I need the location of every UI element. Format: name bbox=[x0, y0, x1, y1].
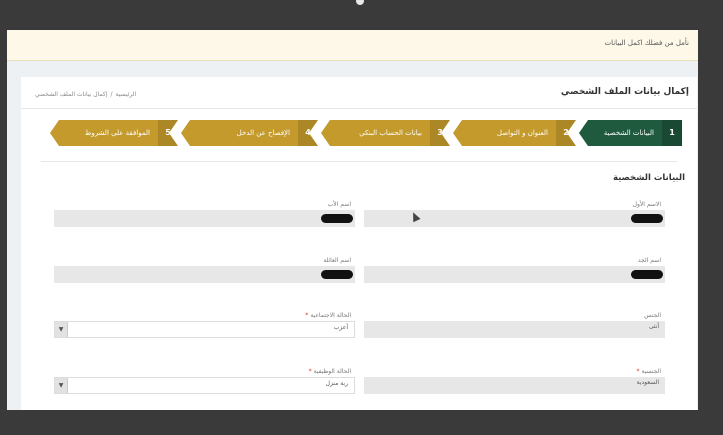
wizard-steps: 1 البيانات الشخصية 2 العنوان و التواصل 3… bbox=[50, 120, 682, 146]
nationality-label: الجنسية * bbox=[635, 368, 661, 375]
grandfather-name-label: اسم الجد bbox=[637, 257, 661, 264]
redacted-value bbox=[321, 214, 353, 223]
grandfather-name-input bbox=[364, 266, 665, 283]
step-label: العنوان و التواصل bbox=[496, 129, 548, 137]
nationality-label-text: الجنسية bbox=[641, 368, 661, 375]
family-name-label: اسم العائلة bbox=[323, 257, 351, 264]
family-name-input bbox=[54, 266, 355, 283]
gender-label: الجنس bbox=[644, 312, 661, 319]
gender-input: أنثى bbox=[364, 321, 665, 338]
employment-status-value: ربة منزل bbox=[325, 380, 348, 387]
father-name-input bbox=[54, 210, 355, 227]
step-label: بيانات الحساب البنكي bbox=[359, 129, 422, 137]
step-number: 2 bbox=[556, 120, 576, 146]
breadcrumb-home[interactable]: الرئيسية bbox=[115, 91, 136, 98]
breadcrumb-separator: / bbox=[110, 91, 113, 98]
marital-status-label-text: الحالة الاجتماعية bbox=[310, 312, 351, 319]
step-number: 3 bbox=[430, 120, 450, 146]
browser-screen: نأمل من فضلك اكمل البيانات إكمال بيانات … bbox=[7, 30, 698, 410]
header-divider bbox=[21, 108, 697, 109]
step-terms-agreement[interactable]: 5 الموافقة على الشروط bbox=[50, 120, 178, 146]
marital-status-select[interactable]: أعزب ▼ bbox=[54, 321, 355, 338]
step-address-contact[interactable]: 2 العنوان و التواصل bbox=[453, 120, 576, 146]
first-name-input bbox=[364, 210, 665, 227]
step-number: 4 bbox=[298, 120, 318, 146]
page-title: إكمال بيانات الملف الشخصي bbox=[560, 87, 689, 97]
first-name-label: الاسم الأول bbox=[632, 201, 661, 208]
notice-bar: نأمل من فضلك اكمل البيانات bbox=[7, 30, 698, 61]
employment-status-label-text: الحالة الوظيفية bbox=[313, 368, 351, 375]
step-income-disclosure[interactable]: 4 الإفصاح عن الدخل bbox=[181, 120, 318, 146]
profile-card: إكمال بيانات الملف الشخصي الرئيسية/إكمال… bbox=[21, 77, 697, 410]
step-label: البيانات الشخصية bbox=[603, 129, 654, 137]
marital-status-label: الحالة الاجتماعية * bbox=[303, 312, 351, 319]
dropdown-arrow-icon[interactable]: ▼ bbox=[55, 322, 68, 337]
step-number: 1 bbox=[662, 120, 682, 146]
step-personal-data[interactable]: 1 البيانات الشخصية bbox=[579, 120, 682, 146]
nationality-value: السعودية bbox=[636, 379, 659, 386]
redacted-value bbox=[631, 214, 663, 223]
required-mark: * bbox=[305, 312, 309, 319]
employment-status-label: الحالة الوظيفية * bbox=[307, 368, 351, 375]
required-mark: * bbox=[636, 368, 640, 375]
section-title: البيانات الشخصية bbox=[612, 173, 685, 183]
camera-dot bbox=[356, 0, 364, 5]
step-label: الإفصاح عن الدخل bbox=[236, 129, 290, 137]
nationality-input: السعودية bbox=[364, 377, 665, 394]
step-number: 5 bbox=[158, 120, 178, 146]
gender-value: أنثى bbox=[648, 323, 659, 330]
step-label: الموافقة على الشروط bbox=[84, 129, 150, 137]
redacted-value bbox=[631, 270, 663, 279]
dropdown-arrow-icon[interactable]: ▼ bbox=[55, 378, 68, 393]
breadcrumb: الرئيسية/إكمال بيانات الملف الشخصي bbox=[35, 91, 136, 98]
notice-text: نأمل من فضلك اكمل البيانات bbox=[604, 39, 689, 47]
redacted-value bbox=[321, 270, 353, 279]
father-name-label: اسم الأب bbox=[327, 201, 351, 208]
step-bank-account[interactable]: 3 بيانات الحساب البنكي bbox=[321, 120, 450, 146]
employment-status-select[interactable]: ربة منزل ▼ bbox=[54, 377, 355, 394]
section-divider bbox=[41, 161, 677, 162]
marital-status-value: أعزب bbox=[333, 324, 348, 331]
breadcrumb-current: إكمال بيانات الملف الشخصي bbox=[35, 91, 108, 98]
required-mark: * bbox=[308, 368, 312, 375]
